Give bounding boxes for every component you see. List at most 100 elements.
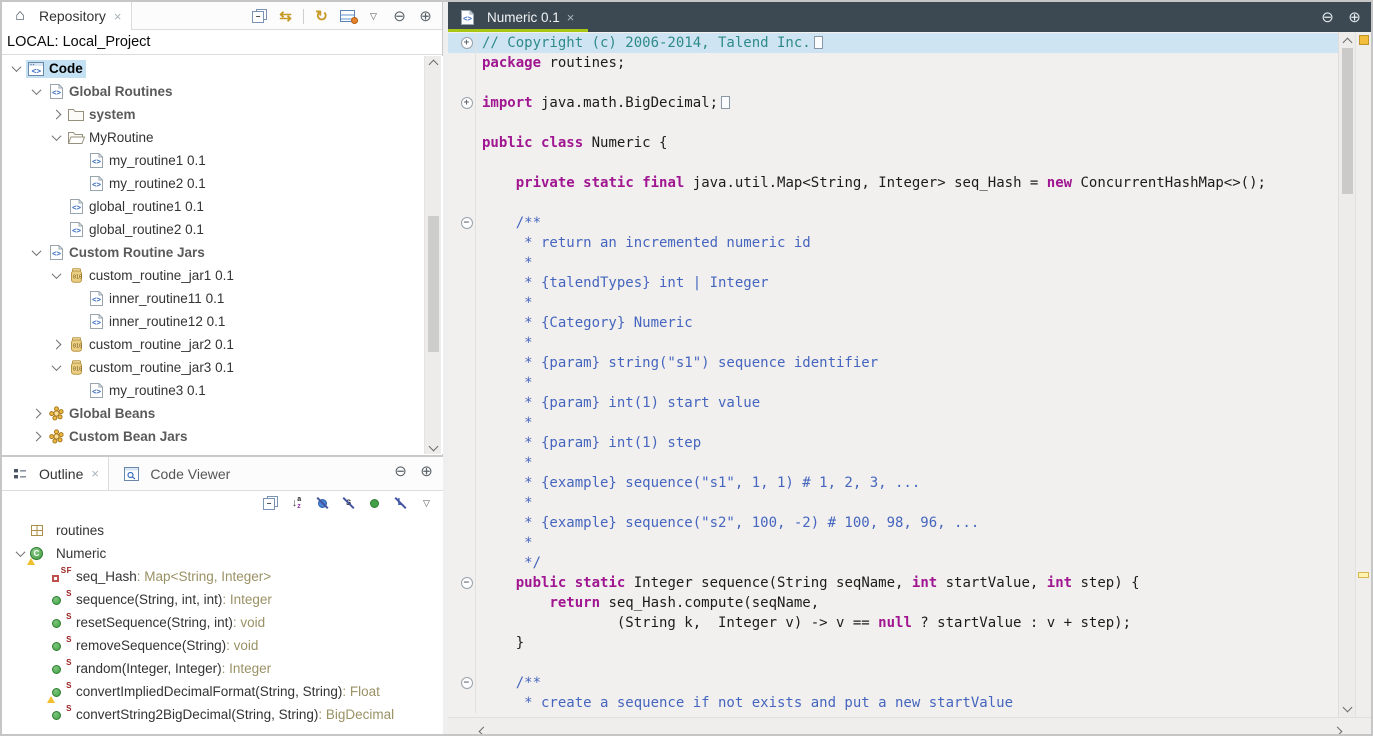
fold-collapse-icon[interactable]: − xyxy=(461,577,473,589)
tree-item[interactable]: <>my_routine2 0.1 xyxy=(2,172,443,195)
fold-collapse-icon[interactable]: − xyxy=(461,677,473,689)
chevron-down-icon[interactable] xyxy=(26,88,46,95)
code-line[interactable]: * create a sequence if not exists and pu… xyxy=(448,693,1338,713)
code-line[interactable]: * {talendTypes} int | Integer xyxy=(448,273,1338,293)
code-line[interactable]: * {param} int(1) step xyxy=(448,433,1338,453)
tree-item[interactable]: 010custom_routine_jar2 0.1 xyxy=(2,333,443,356)
tree-item[interactable]: <>my_routine3 0.1 xyxy=(2,379,443,402)
code-line[interactable] xyxy=(448,73,1338,93)
tree-item[interactable]: <>inner_routine11 0.1 xyxy=(2,287,443,310)
collapse-all-icon[interactable] xyxy=(262,495,279,512)
code-line[interactable] xyxy=(448,153,1338,173)
chevron-down-icon[interactable] xyxy=(46,272,66,279)
tab-numeric-editor[interactable]: <> Numeric 0.1 × xyxy=(448,2,588,32)
chevron-right-icon[interactable] xyxy=(26,410,46,417)
code-line[interactable]: * return an incremented numeric id xyxy=(448,233,1338,253)
tab-code-viewer[interactable]: Code Viewer xyxy=(113,457,239,490)
editor-body[interactable]: +// Copyright (c) 2006-2014, Talend Inc.… xyxy=(448,32,1371,717)
chevron-right-icon[interactable] xyxy=(46,341,66,348)
code-line[interactable]: * xyxy=(448,333,1338,353)
tree-item[interactable]: 010custom_routine_jar1 0.1 xyxy=(2,264,443,287)
hide-fields-icon[interactable] xyxy=(314,495,331,512)
code-line[interactable]: (String k, Integer v) -> v == null ? sta… xyxy=(448,613,1338,633)
chevron-down-icon[interactable] xyxy=(10,550,30,557)
chevron-down-icon[interactable] xyxy=(46,134,66,141)
code-line[interactable] xyxy=(448,193,1338,213)
code-line[interactable]: − /** xyxy=(448,673,1338,693)
editor-vertical-scrollbar[interactable] xyxy=(1338,32,1355,717)
tree-item[interactable]: <>my_routine1 0.1 xyxy=(2,149,443,172)
hide-local-types-icon[interactable]: L xyxy=(392,495,409,512)
tree-item[interactable]: <>Code xyxy=(2,57,443,80)
view-menu-icon[interactable]: ▽ xyxy=(418,495,435,512)
code-line[interactable]: − /** xyxy=(448,213,1338,233)
repository-scrollbar[interactable] xyxy=(424,56,441,454)
code-line[interactable]: } xyxy=(448,633,1338,653)
tree-item[interactable]: Custom Bean Jars xyxy=(2,425,443,448)
overview-ruler[interactable] xyxy=(1355,32,1371,717)
tree-item[interactable]: 010custom_routine_jar3 0.1 xyxy=(2,356,443,379)
maximize-icon[interactable]: ⊕ xyxy=(1346,9,1363,26)
code-line[interactable]: * xyxy=(448,453,1338,473)
outline-item[interactable]: Srandom(Integer, Integer) : Integer xyxy=(2,657,443,680)
tree-item[interactable]: MyRoutine xyxy=(2,126,443,149)
close-icon[interactable]: × xyxy=(91,466,99,481)
code-line[interactable]: * {example} sequence("s2", 100, -2) # 10… xyxy=(448,513,1338,533)
refresh-icon[interactable]: ↻ xyxy=(313,8,330,25)
scroll-down-icon[interactable] xyxy=(425,438,442,454)
tab-repository[interactable]: ⌂ Repository × xyxy=(2,2,132,30)
sort-icon[interactable]: ↓az xyxy=(288,495,305,512)
link-with-editor-icon[interactable]: ⇆ xyxy=(277,8,294,25)
fold-expand-icon[interactable]: + xyxy=(461,37,473,49)
code-line[interactable]: − public static Integer sequence(String … xyxy=(448,573,1338,593)
close-icon[interactable]: × xyxy=(567,10,575,25)
scrollbar-thumb[interactable] xyxy=(1342,48,1353,194)
tree-item[interactable]: system xyxy=(2,103,443,126)
filter-table-icon[interactable] xyxy=(339,8,356,25)
tree-item[interactable]: <>global_routine2 0.1 xyxy=(2,218,443,241)
code-line[interactable]: package routines; xyxy=(448,53,1338,73)
scroll-left-icon[interactable] xyxy=(480,722,487,736)
chevron-down-icon[interactable] xyxy=(46,364,66,371)
outline-item[interactable]: routines xyxy=(2,519,443,542)
minimize-icon[interactable]: ⊖ xyxy=(1319,9,1336,26)
outline-item[interactable]: SresetSequence(String, int) : void xyxy=(2,611,443,634)
maximize-icon[interactable]: ⊕ xyxy=(417,8,434,25)
folded-region-box[interactable] xyxy=(721,96,730,109)
tree-item[interactable]: <>Global Routines xyxy=(2,80,443,103)
minimize-icon[interactable]: ⊖ xyxy=(391,8,408,25)
hide-static-members-icon[interactable]: s xyxy=(340,495,357,512)
code-line[interactable]: */ xyxy=(448,553,1338,573)
folded-region-box[interactable] xyxy=(814,36,823,49)
tab-outline[interactable]: Outline × xyxy=(2,457,109,490)
tree-item[interactable]: <>Custom Routine Jars xyxy=(2,241,443,264)
scroll-up-icon[interactable] xyxy=(425,56,442,72)
code-line[interactable]: * xyxy=(448,413,1338,433)
code-line[interactable]: return seq_Hash.compute(seqName, xyxy=(448,593,1338,613)
outline-item[interactable]: CNumeric xyxy=(2,542,443,565)
fold-expand-icon[interactable]: + xyxy=(461,97,473,109)
chevron-down-icon[interactable] xyxy=(26,249,46,256)
code-line[interactable] xyxy=(448,113,1338,133)
minimize-icon[interactable]: ⊖ xyxy=(392,463,409,480)
code-line[interactable]: * {Category} Numeric xyxy=(448,313,1338,333)
close-icon[interactable]: × xyxy=(114,9,122,24)
tree-item[interactable]: <>global_routine1 0.1 xyxy=(2,195,443,218)
outline-item[interactable]: SconvertString2BigDecimal(String, String… xyxy=(2,703,443,726)
collapse-all-icon[interactable] xyxy=(251,8,268,25)
fold-collapse-icon[interactable]: − xyxy=(461,217,473,229)
code-line[interactable]: private static final java.util.Map<Strin… xyxy=(448,173,1338,193)
code-line[interactable]: * {param} int(1) start value xyxy=(448,393,1338,413)
chevron-down-icon[interactable] xyxy=(6,65,26,72)
code-line[interactable]: +import java.math.BigDecimal; xyxy=(448,93,1338,113)
outline-item[interactable]: SFseq_Hash : Map<String, Integer> xyxy=(2,565,443,588)
outline-item[interactable]: SremoveSequence(String) : void xyxy=(2,634,443,657)
tree-item[interactable]: <>inner_routine12 0.1 xyxy=(2,310,443,333)
code-line[interactable]: * xyxy=(448,253,1338,273)
occurrence-marker[interactable] xyxy=(1358,572,1369,578)
chevron-right-icon[interactable] xyxy=(26,433,46,440)
code-line[interactable]: * {example} sequence("s1", 1, 1) # 1, 2,… xyxy=(448,473,1338,493)
code-line[interactable]: * xyxy=(448,293,1338,313)
code-line[interactable]: * xyxy=(448,533,1338,553)
scroll-down-icon[interactable] xyxy=(1339,699,1356,715)
